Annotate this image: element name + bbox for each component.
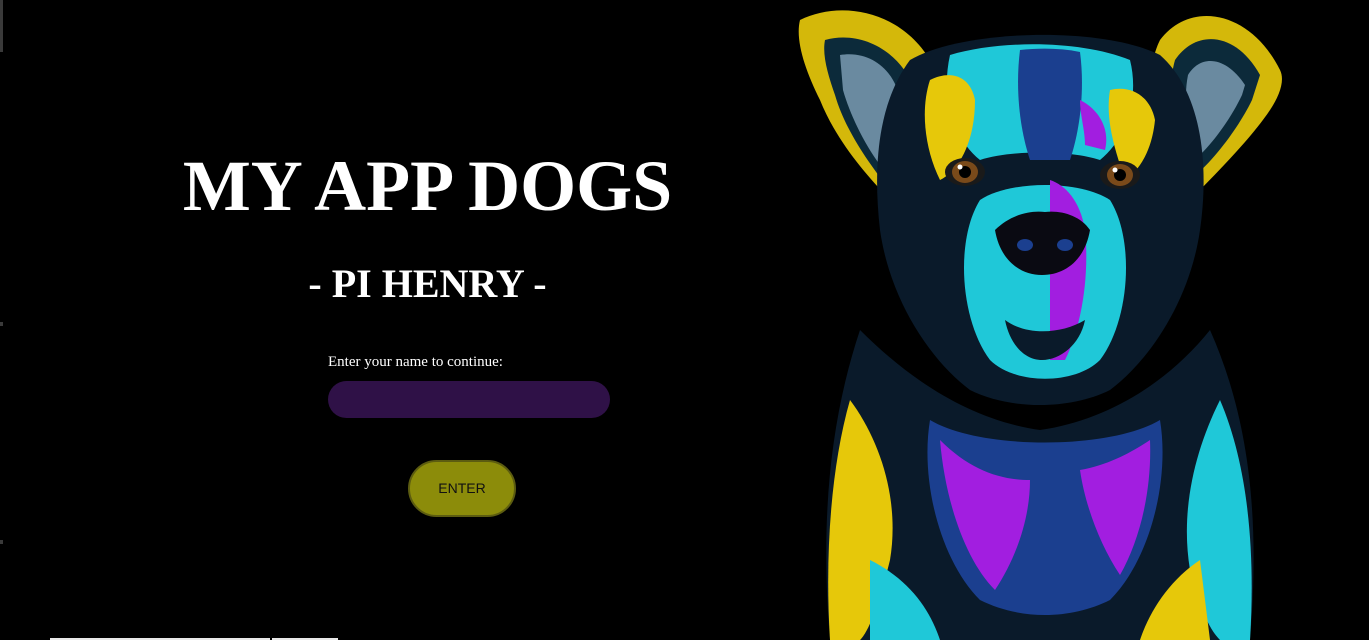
dog-muzzle xyxy=(963,180,1127,379)
window-edge-bottom xyxy=(0,540,3,544)
window-edge-top xyxy=(0,0,3,52)
window-edge-mid xyxy=(0,322,3,326)
page-title: MY APP DOGS xyxy=(182,146,673,226)
page-subtitle: - PI HENRY - xyxy=(308,261,547,306)
name-field-label: Enter your name to continue: xyxy=(328,354,503,370)
dog-eye-right xyxy=(1100,161,1140,189)
enter-button[interactable]: ENTER xyxy=(408,460,516,517)
landing-page: MY APP DOGS - PI HENRY - Enter your name… xyxy=(0,0,1369,640)
dog-eye-left xyxy=(945,158,985,186)
name-input[interactable] xyxy=(328,381,610,418)
dog-illustration xyxy=(798,10,1282,640)
